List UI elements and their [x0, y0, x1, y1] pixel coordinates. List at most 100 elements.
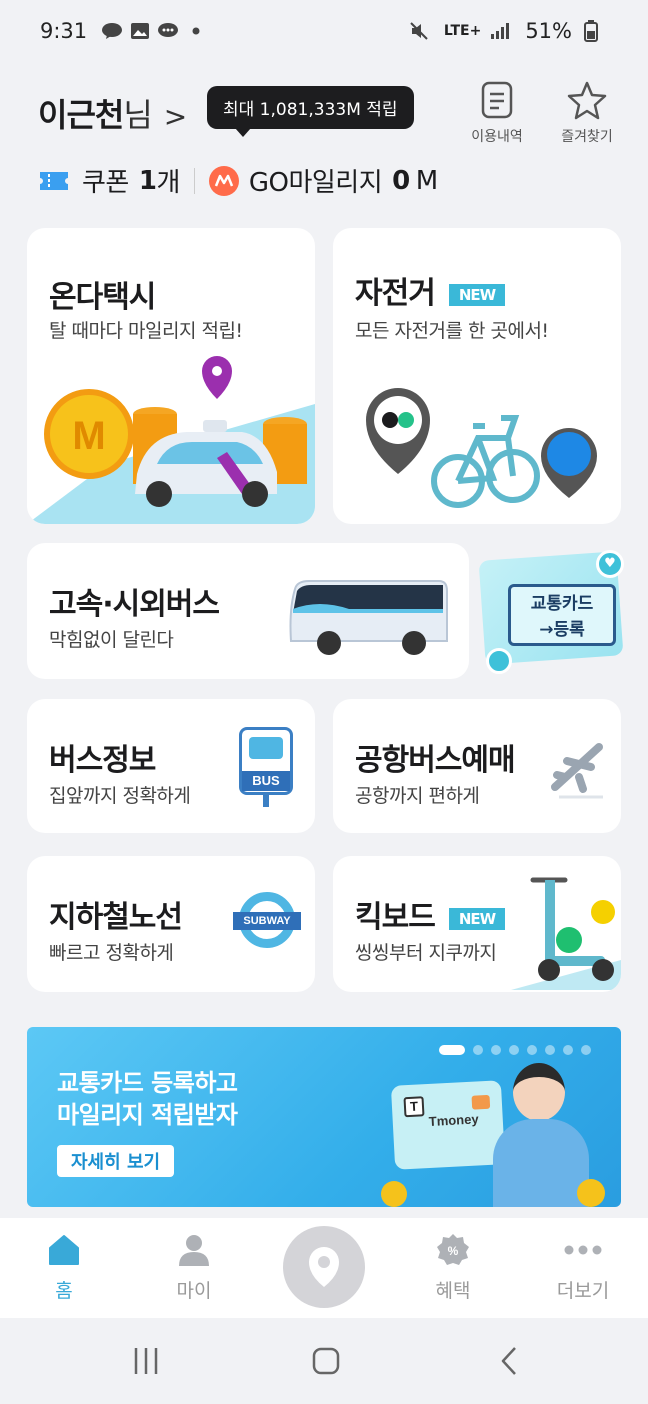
subway-subtitle: 빠르고 정확하게 [49, 942, 174, 964]
nav-benefits[interactable]: % 혜택 [408, 1232, 498, 1303]
bus-info-title: 버스정보 [49, 743, 156, 778]
airport-bus-title: 공항버스예매 [355, 743, 516, 778]
user-profile-link[interactable]: 이근천님 > [38, 90, 187, 136]
back-chevron-icon [501, 1347, 516, 1375]
card-register-tile[interactable]: 교통카드 →등록 ♥ [478, 550, 628, 674]
subway-sign-icon: SUBWAY [233, 892, 301, 952]
battery-icon [580, 20, 602, 42]
bike-title: 자전거 [355, 276, 436, 311]
nav-my[interactable]: 마이 [149, 1232, 239, 1303]
bike-share-pin-icon [366, 388, 430, 474]
taxi-subtitle: 탈 때마다 마일리지 적립! [49, 320, 243, 342]
carousel-dot[interactable] [509, 1045, 519, 1055]
home-button[interactable] [306, 1344, 346, 1378]
new-badge: NEW [448, 907, 506, 930]
mileage-label: GO마일리지 [248, 168, 383, 198]
carousel-dot[interactable] [473, 1045, 483, 1055]
kickboard-subtitle: 씽씽부터 지쿠까지 [355, 942, 497, 964]
header: 이근천님 > 최대 1,081,333M 적립 이용내역 즐겨찾기 쿠폰 1개 G… [0, 62, 648, 212]
battery-percent: 51% [525, 19, 572, 43]
bike-card[interactable]: 자전거 NEW 모든 자전거를 한 곳에서! [333, 228, 621, 524]
bicycle-icon [431, 415, 540, 508]
chat-dots-icon [486, 648, 512, 674]
bike-title-row: 자전거 NEW [355, 268, 506, 312]
back-button[interactable] [490, 1344, 530, 1378]
tashu-pin-icon [541, 428, 597, 498]
coupon-label: 쿠폰 [82, 168, 129, 198]
mileage-tooltip: 최대 1,081,333M 적립 [207, 86, 414, 137]
bike-illustration [366, 388, 597, 508]
location-pin-icon [309, 1247, 339, 1287]
status-bar: 9:31 LTE+ 51% [0, 0, 648, 62]
network-type: LTE+ [443, 23, 482, 39]
history-button[interactable]: 이용내역 [462, 80, 532, 146]
carousel-dot[interactable] [545, 1045, 555, 1055]
bus-sign-label: BUS [242, 771, 290, 791]
promo-banner[interactable]: 교통카드 등록하고 마일리지 적립받자 자세히 보기 T Tmoney [27, 1027, 621, 1207]
bus-info-card[interactable]: 버스정보 집앞까지 정확하게 BUS [27, 699, 315, 833]
express-bus-title: 고속·시외버스 [49, 587, 220, 622]
star-icon [567, 81, 607, 120]
coach-bus-icon [289, 580, 448, 655]
express-bus-card[interactable]: 고속·시외버스 막힘없이 달린다 [27, 543, 469, 679]
express-bus-subtitle: 막힘없이 달린다 [49, 629, 174, 651]
nav-home[interactable]: 홈 [19, 1232, 109, 1303]
kickboard-title: 킥보드 [355, 900, 436, 935]
message-notification-icon [157, 21, 179, 41]
tmoney-logo-icon: T [403, 1096, 425, 1118]
bottom-navigation: 홈 마이 % 혜택 더보기 [0, 1218, 648, 1318]
discount-badge-icon: % [437, 1234, 469, 1265]
bike-subtitle: 모든 자전거를 한 곳에서! [355, 320, 549, 342]
nav-more[interactable]: 더보기 [538, 1232, 628, 1303]
nav-benefits-label: 혜택 [435, 1280, 471, 1302]
user-name: 이근천 [38, 96, 124, 134]
banner-line1: 교통카드 등록하고 [57, 1069, 238, 1097]
bus-stop-sign-icon: BUS [239, 727, 293, 807]
coupon-unit: 개 [156, 168, 180, 198]
history-label: 이용내역 [471, 129, 523, 145]
system-navigation-bar [0, 1318, 648, 1404]
favorites-button[interactable]: 즐겨찾기 [552, 80, 622, 146]
gallery-notification-icon [129, 21, 151, 41]
mileage-icon [208, 165, 239, 196]
talk-notification-icon [101, 21, 123, 41]
banner-detail-button[interactable]: 자세히 보기 [57, 1145, 175, 1177]
subway-card[interactable]: 지하철노선 빠르고 정확하게 SUBWAY [27, 856, 315, 992]
favorites-label: 즐겨찾기 [561, 129, 613, 145]
coupon-count: 1 [138, 165, 157, 196]
carousel-dot[interactable] [439, 1045, 465, 1055]
taxi-title: 온다택시 [49, 280, 156, 315]
subway-sign-label: SUBWAY [233, 912, 301, 930]
heart-icon: ♥ [596, 550, 624, 578]
nav-more-label: 더보기 [556, 1280, 610, 1302]
airport-bus-card[interactable]: 공항버스예매 공항까지 편하게 [333, 699, 621, 833]
nav-home-label: 홈 [55, 1280, 73, 1302]
taxi-card[interactable]: 온다택시 탈 때마다 마일리지 적립! M [27, 228, 315, 524]
carousel-dot[interactable] [563, 1045, 573, 1055]
carousel-dot[interactable] [527, 1045, 537, 1055]
mileage-link[interactable]: GO마일리지 0M [208, 162, 438, 199]
more-notifications-icon [185, 21, 207, 41]
subway-title: 지하철노선 [49, 900, 183, 935]
mileage-value: 0 [392, 165, 410, 196]
svg-text:%: % [448, 1244, 459, 1258]
mileage-unit: M [415, 165, 438, 196]
card-register-line1: 교통카드 [530, 594, 594, 614]
carousel-dot[interactable] [491, 1045, 501, 1055]
ticket-icon [40, 171, 68, 190]
recent-apps-button[interactable] [126, 1344, 166, 1378]
signal-icon [489, 21, 511, 41]
green-badge-icon [556, 927, 582, 953]
nav-location-button[interactable] [283, 1226, 365, 1308]
more-dots-icon [564, 1245, 602, 1255]
divider [193, 167, 195, 194]
carousel-dot[interactable] [581, 1045, 591, 1055]
airplane-icon [551, 743, 603, 799]
new-badge: NEW [448, 283, 506, 306]
coupon-link[interactable]: 쿠폰 1개 [38, 162, 180, 199]
tmoney-card-brand: Tmoney [428, 1111, 479, 1129]
kickboard-card[interactable]: 킥보드 NEW 씽씽부터 지쿠까지 [333, 856, 621, 992]
mute-icon [408, 21, 430, 41]
airport-bus-subtitle: 공항까지 편하게 [355, 785, 480, 807]
kick-scooter-icon [511, 877, 621, 990]
